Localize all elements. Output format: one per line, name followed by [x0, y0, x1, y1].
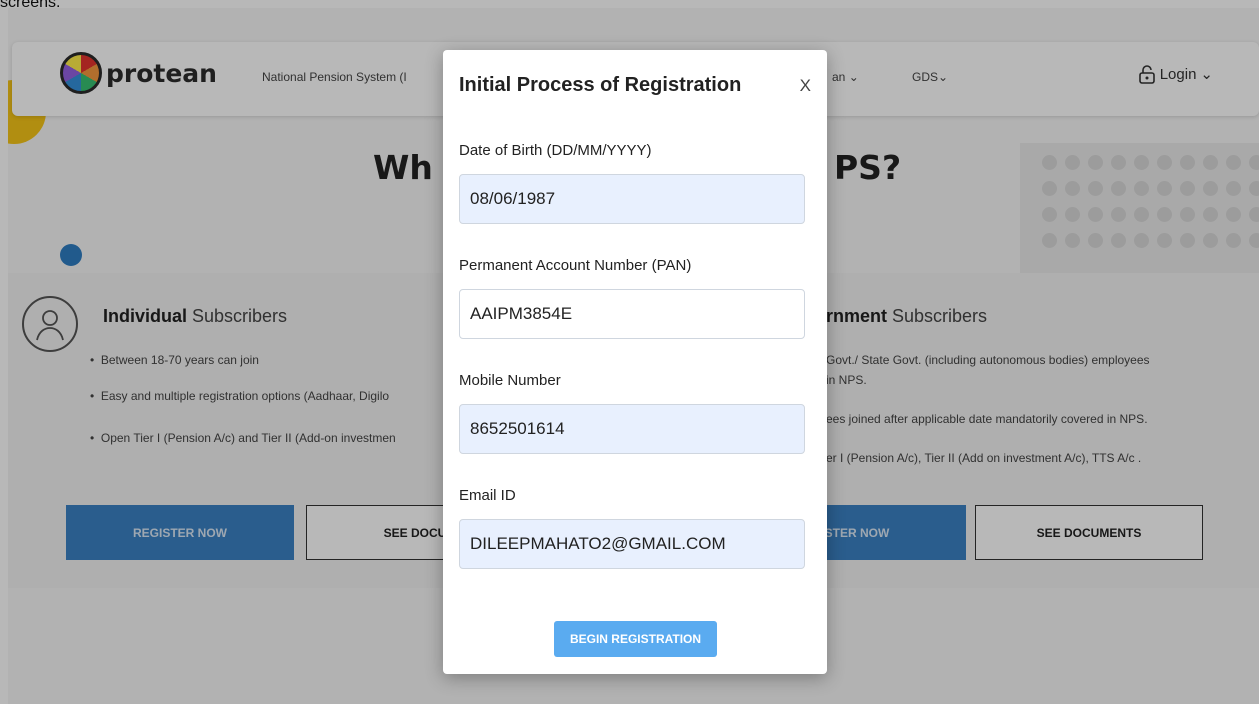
pan-label: Permanent Account Number (PAN) [459, 257, 692, 274]
mobile-field[interactable] [459, 404, 805, 454]
dob-label: Date of Birth (DD/MM/YYYY) [459, 142, 652, 159]
email-label: Email ID [459, 487, 516, 504]
begin-registration-button[interactable]: BEGIN REGISTRATION [554, 621, 717, 657]
mobile-label: Mobile Number [459, 372, 561, 389]
registration-modal: Initial Process of Registration X Date o… [443, 50, 827, 674]
modal-title: Initial Process of Registration [459, 74, 742, 96]
dob-field[interactable] [459, 174, 805, 224]
close-icon[interactable]: X [800, 76, 811, 96]
pan-field[interactable] [459, 289, 805, 339]
email-field[interactable] [459, 519, 805, 569]
